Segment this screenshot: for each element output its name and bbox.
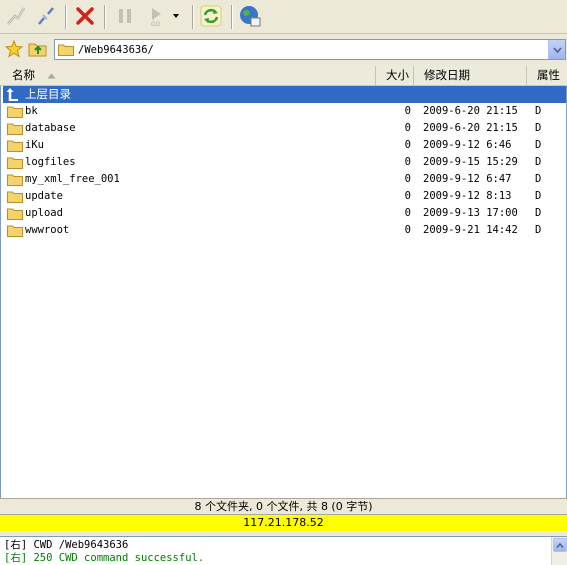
table-row[interactable]: bk 0 2009-6-20 21:15 D [3, 103, 566, 120]
row-size: 0 [404, 224, 411, 236]
log-line: [右] CWD /Web9643636 [4, 539, 128, 552]
log-prefix: [右] [4, 552, 28, 564]
column-attr-label: 属性 [537, 68, 560, 82]
row-name: upload [25, 207, 63, 219]
row-name: wwwroot [25, 224, 70, 236]
folder-icon [7, 224, 23, 237]
row-date: 2009-9-12 8:13 [423, 190, 512, 202]
column-modified-label: 修改日期 [424, 68, 470, 82]
row-date: 2009-6-20 21:15 [423, 105, 518, 117]
folder-icon [58, 43, 74, 56]
up-folder-icon[interactable] [27, 38, 49, 60]
column-modified[interactable]: 修改日期 [414, 66, 527, 85]
server-ip: 117.21.178.52 [243, 516, 324, 529]
address-path: /Web9643636/ [78, 43, 154, 56]
column-size[interactable]: 大小 [376, 66, 414, 85]
column-attr[interactable]: 属性 [527, 66, 567, 85]
status-summary-text: 8 个文件夹, 0 个文件, 共 8 (0 字节) [194, 500, 373, 513]
toolbar: GO [0, 0, 567, 34]
log-scrollbar[interactable] [551, 537, 567, 565]
row-size: 0 [404, 207, 411, 219]
table-row[interactable]: update 0 2009-9-12 8:13 D [3, 188, 566, 205]
row-attr: D [535, 190, 542, 202]
row-date: 2009-9-13 17:00 [423, 207, 518, 219]
log-text: CWD /Web9643636 [33, 539, 129, 551]
address-field[interactable]: /Web9643636/ [54, 39, 566, 60]
folder-icon [7, 173, 23, 186]
parent-directory-row[interactable]: 上层目录 [3, 86, 566, 103]
server-ip-bar: 117.21.178.52 [0, 514, 567, 531]
folder-icon [7, 156, 23, 169]
row-name: database [25, 122, 76, 134]
connect-icon[interactable] [3, 3, 29, 29]
status-summary: 8 个文件夹, 0 个文件, 共 8 (0 字节) [0, 498, 567, 514]
row-date: 2009-9-12 6:46 [423, 139, 512, 151]
table-row[interactable]: upload 0 2009-9-13 17:00 D [3, 205, 566, 222]
chevron-down-icon[interactable] [169, 3, 183, 29]
table-row[interactable]: wwwroot 0 2009-9-21 14:42 D [3, 222, 566, 239]
column-name[interactable]: 名称 [0, 66, 376, 85]
table-row[interactable]: iKu 0 2009-9-12 6:46 D [3, 137, 566, 154]
svg-text:GO: GO [151, 21, 161, 27]
parent-directory-label: 上层目录 [25, 87, 71, 101]
table-row[interactable]: logfiles 0 2009-9-15 15:29 D [3, 154, 566, 171]
folder-icon [7, 105, 23, 118]
row-attr: D [535, 173, 542, 185]
row-name: update [25, 190, 63, 202]
table-row[interactable]: database 0 2009-6-20 21:15 D [3, 120, 566, 137]
file-list: 上层目录 bk 0 2009-6-20 21:15 D database 0 2… [0, 86, 567, 498]
row-attr: D [535, 105, 542, 117]
log-text: 250 CWD command successful. [33, 552, 205, 564]
row-date: 2009-9-15 15:29 [423, 156, 518, 168]
folder-icon [7, 122, 23, 135]
row-size: 0 [404, 105, 411, 117]
sort-asc-icon [47, 66, 56, 85]
row-attr: D [535, 156, 542, 168]
star-icon[interactable] [4, 38, 24, 60]
address-bar: /Web9643636/ [0, 35, 567, 64]
disconnect-icon[interactable] [33, 3, 59, 29]
row-size: 0 [404, 156, 411, 168]
row-size: 0 [404, 173, 411, 185]
row-name: iKu [25, 139, 44, 151]
column-size-label: 大小 [386, 68, 409, 82]
row-size: 0 [404, 139, 411, 151]
list-header: 名称 大小 修改日期 属性 [0, 66, 567, 86]
refresh-icon[interactable] [198, 3, 224, 29]
log-prefix: [右] [4, 539, 28, 551]
row-name: bk [25, 105, 38, 117]
log-panel: [右] CWD /Web9643636 [右] 250 CWD command … [0, 536, 567, 565]
row-size: 0 [404, 190, 411, 202]
column-name-label: 名称 [12, 68, 35, 82]
row-date: 2009-6-20 21:15 [423, 122, 518, 134]
globe-icon[interactable] [237, 3, 263, 29]
row-attr: D [535, 224, 542, 236]
chevron-down-icon[interactable] [548, 40, 565, 59]
row-attr: D [535, 122, 542, 134]
row-date: 2009-9-12 6:47 [423, 173, 512, 185]
play-icon[interactable]: GO [143, 3, 169, 29]
scroll-up-icon[interactable] [553, 538, 567, 552]
row-name: logfiles [25, 156, 76, 168]
row-size: 0 [404, 122, 411, 134]
pause-icon[interactable] [112, 3, 138, 29]
folder-icon [7, 207, 23, 220]
folder-icon [7, 190, 23, 203]
folder-icon [7, 139, 23, 152]
log-line: [右] 250 CWD command successful. [4, 552, 204, 565]
row-name: my_xml_free_001 [25, 173, 120, 185]
table-row[interactable]: my_xml_free_001 0 2009-9-12 6:47 D [3, 171, 566, 188]
stop-icon[interactable] [72, 3, 98, 29]
row-attr: D [535, 139, 542, 151]
up-arrow-icon [6, 87, 22, 101]
row-attr: D [535, 207, 542, 219]
row-date: 2009-9-21 14:42 [423, 224, 518, 236]
